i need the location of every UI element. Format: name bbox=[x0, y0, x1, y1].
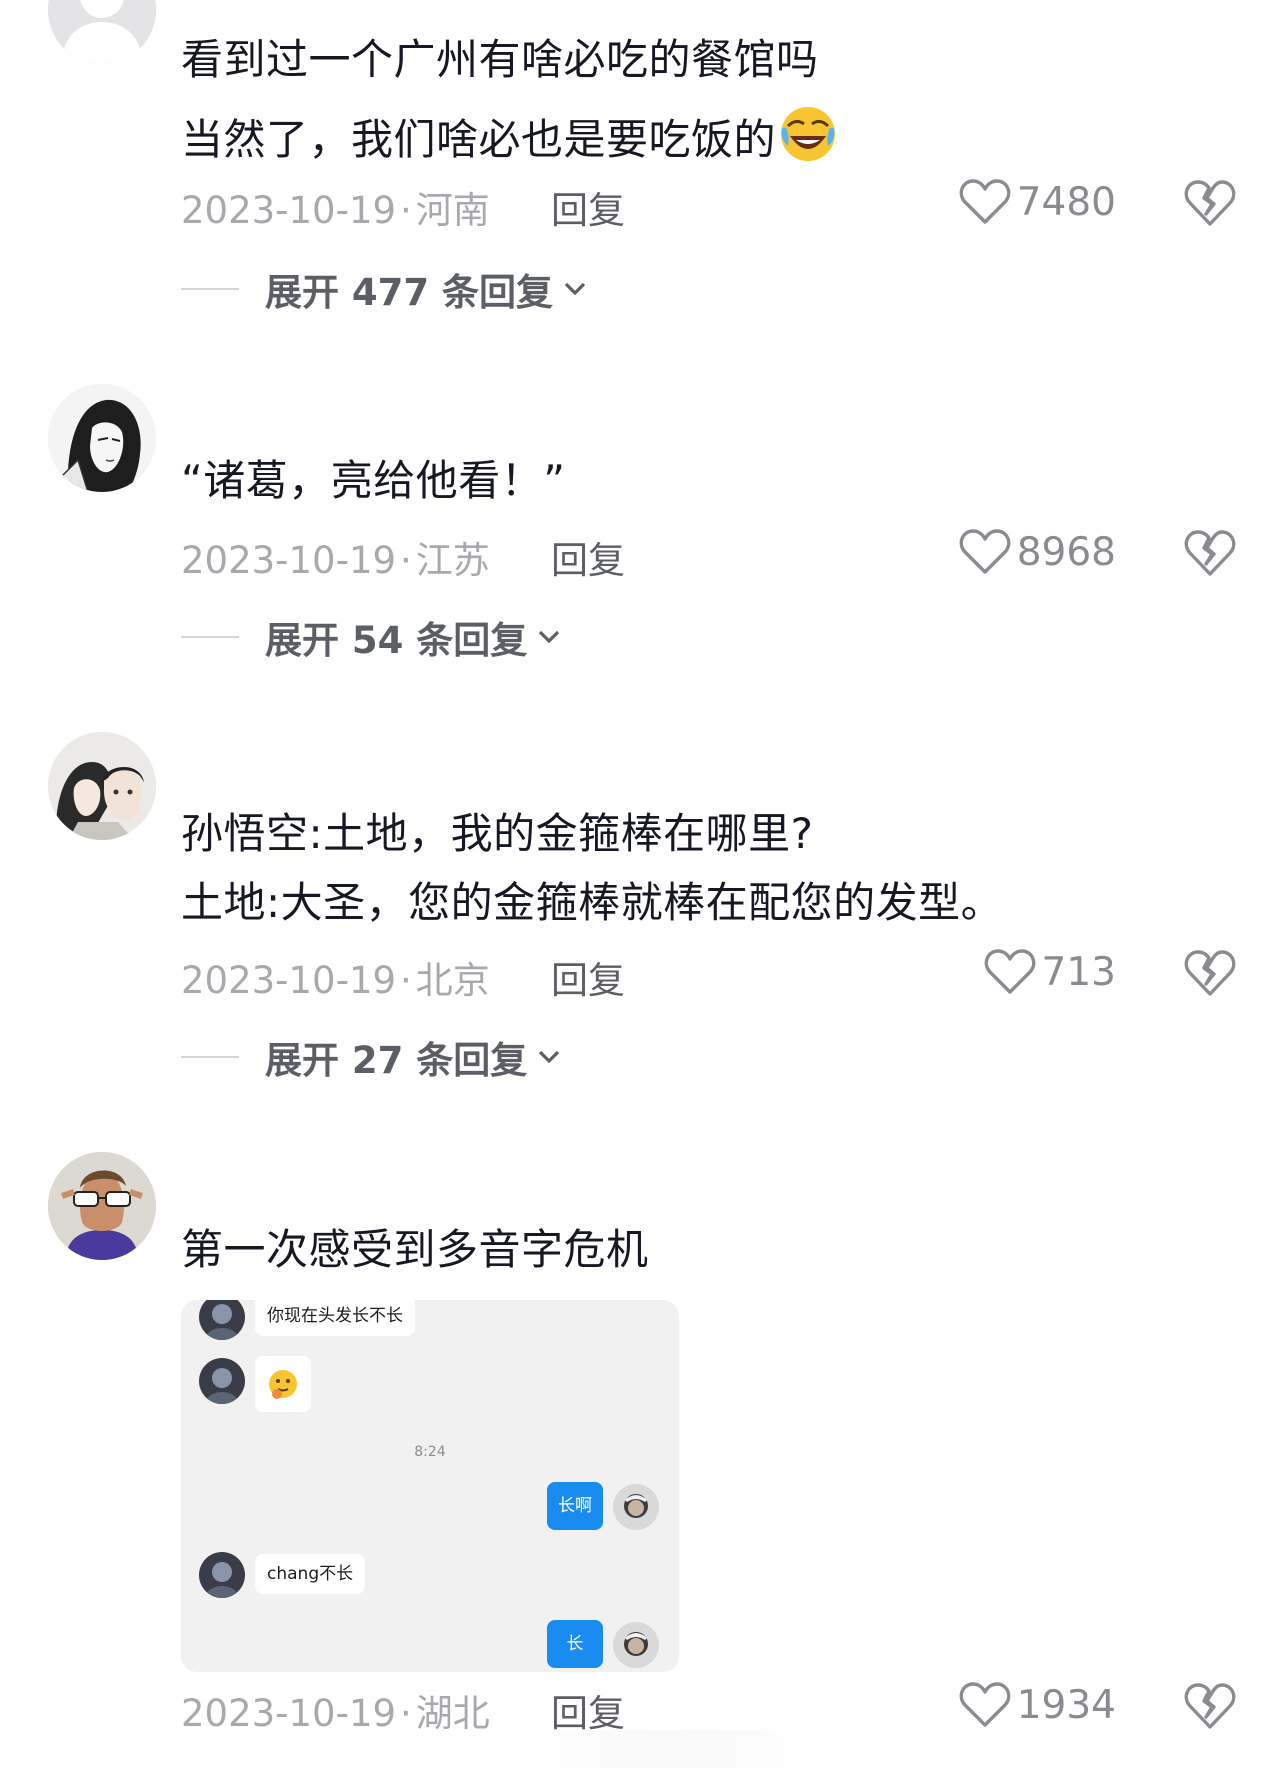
comment-meta: 2023-10-19 · 江苏 bbox=[181, 539, 490, 582]
comment-location: 河南 bbox=[415, 189, 490, 232]
like-button[interactable]: 7480 bbox=[959, 178, 1116, 226]
chat-avatar-left bbox=[199, 1300, 245, 1340]
heart-icon bbox=[959, 179, 1011, 224]
manga-character-avatar-icon bbox=[48, 384, 156, 492]
comment-date: 2023-10-19 bbox=[181, 1692, 397, 1735]
couple-illustration-avatar-icon bbox=[48, 732, 156, 840]
broken-heart-icon bbox=[1184, 950, 1236, 996]
like-count: 8968 bbox=[1016, 529, 1116, 575]
comment-date: 2023-10-19 bbox=[181, 959, 397, 1002]
chat-avatar-left bbox=[199, 1358, 245, 1404]
expand-replies-button[interactable]: 展开 477 条回复 bbox=[181, 262, 589, 316]
attached-chat-image[interactable]: 你现在头发长不长 8:24 长啊 chang不长 长 bbox=[181, 1300, 679, 1672]
anime-avatar-icon bbox=[199, 1300, 245, 1340]
divider bbox=[181, 1056, 239, 1058]
chevron-down-icon bbox=[539, 1050, 560, 1064]
chat-avatar-right bbox=[613, 1622, 659, 1668]
chat-message-bubble: chang不长 bbox=[255, 1554, 366, 1594]
anime-avatar-icon bbox=[199, 1552, 245, 1598]
chat-emoji-bubble bbox=[255, 1356, 311, 1412]
like-count: 713 bbox=[1041, 949, 1116, 995]
person-photo-avatar-icon bbox=[613, 1622, 659, 1668]
broken-heart-icon bbox=[1184, 180, 1236, 226]
watermark-fade bbox=[520, 1730, 820, 1768]
heart-icon bbox=[959, 529, 1011, 574]
divider bbox=[181, 636, 239, 638]
comment-text-line-2: 当然了，我们啥必也是要吃饭的 bbox=[181, 104, 838, 168]
like-count: 7480 bbox=[1016, 179, 1116, 225]
like-button[interactable]: 8968 bbox=[959, 528, 1116, 576]
comment-text: 当然了，我们啥必也是要吃饭的 bbox=[181, 115, 777, 164]
dislike-button[interactable] bbox=[1184, 948, 1236, 998]
comment-location: 北京 bbox=[415, 959, 490, 1002]
chat-avatar-left bbox=[199, 1552, 245, 1598]
chat-message-bubble: 你现在头发长不长 bbox=[255, 1300, 415, 1336]
comment-text-line-1: “诸葛，亮给他看！” bbox=[181, 456, 566, 505]
person-photo-avatar-icon bbox=[613, 1484, 659, 1530]
expand-replies-button[interactable]: 展开 54 条回复 bbox=[181, 610, 563, 664]
laughing-crying-emoji-icon bbox=[781, 107, 836, 161]
reply-button[interactable]: 回复 bbox=[551, 1683, 625, 1737]
divider bbox=[181, 288, 239, 290]
avatar[interactable] bbox=[48, 1152, 156, 1260]
dislike-button[interactable] bbox=[1184, 178, 1236, 228]
comment-location: 湖北 bbox=[415, 1692, 490, 1735]
comment-text-line-1: 第一次感受到多音字危机 bbox=[181, 1225, 649, 1274]
default-avatar-icon bbox=[48, 0, 156, 64]
comment-location: 江苏 bbox=[415, 539, 490, 582]
chevron-down-icon bbox=[539, 630, 560, 644]
reply-button[interactable]: 回复 bbox=[551, 180, 625, 234]
chat-avatar-right bbox=[613, 1484, 659, 1530]
like-count: 1934 bbox=[1016, 1682, 1116, 1728]
comment-text-line-2: 土地:大圣，您的金箍棒就棒在配您的发型。 bbox=[181, 878, 1004, 927]
chevron-down-icon bbox=[564, 282, 586, 296]
heart-icon bbox=[959, 1682, 1011, 1727]
expand-replies-label: 展开 27 条回复 bbox=[265, 1039, 528, 1082]
avatar[interactable] bbox=[48, 732, 156, 840]
like-button[interactable]: 713 bbox=[984, 948, 1116, 996]
chat-timestamp: 8:24 bbox=[414, 1444, 446, 1460]
broken-heart-icon bbox=[1184, 1683, 1236, 1729]
dislike-button[interactable] bbox=[1184, 528, 1236, 578]
expand-replies-label: 展开 477 条回复 bbox=[265, 271, 553, 314]
comment-meta: 2023-10-19 · 北京 bbox=[181, 959, 490, 1002]
comment-meta: 2023-10-19 · 河南 bbox=[181, 189, 490, 232]
thinking-face-emoji-icon bbox=[269, 1370, 297, 1399]
chat-message-bubble: 长 bbox=[547, 1620, 603, 1668]
avatar[interactable] bbox=[48, 0, 156, 64]
reply-button[interactable]: 回复 bbox=[551, 530, 625, 584]
like-button[interactable]: 1934 bbox=[959, 1681, 1116, 1729]
anime-avatar-icon bbox=[199, 1358, 245, 1404]
person-with-sunglasses-avatar-icon bbox=[48, 1152, 156, 1260]
chat-message-bubble: 长啊 bbox=[547, 1482, 603, 1530]
broken-heart-icon bbox=[1184, 530, 1236, 576]
expand-replies-label: 展开 54 条回复 bbox=[265, 619, 528, 662]
comment-text-line-1: 看到过一个广州有啥必吃的餐馆吗 bbox=[181, 35, 819, 84]
dislike-button[interactable] bbox=[1184, 1681, 1236, 1731]
comment-text-line-1: 孙悟空:土地，我的金箍棒在哪里? bbox=[181, 809, 814, 858]
comment-meta: 2023-10-19 · 湖北 bbox=[181, 1692, 490, 1735]
reply-button[interactable]: 回复 bbox=[551, 950, 625, 1004]
comment-date: 2023-10-19 bbox=[181, 539, 397, 582]
heart-icon bbox=[984, 949, 1035, 994]
comment-date: 2023-10-19 bbox=[181, 189, 397, 232]
avatar[interactable] bbox=[48, 384, 156, 492]
expand-replies-button[interactable]: 展开 27 条回复 bbox=[181, 1030, 563, 1084]
